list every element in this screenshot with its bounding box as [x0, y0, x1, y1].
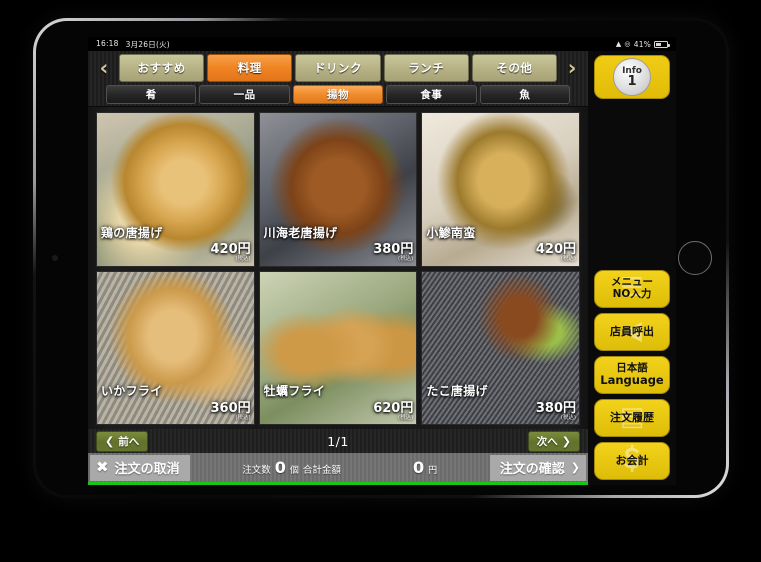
tab-sonota[interactable]: その他	[471, 54, 558, 82]
order-count-unit: 個	[289, 466, 299, 476]
language-button[interactable]: 日本語 Language	[594, 356, 670, 394]
menu-card-2[interactable]: 小鯵南蛮 420円 (税込)	[421, 112, 580, 267]
wifi-icon: ▲	[615, 39, 622, 48]
page-indicator: 1/1	[327, 433, 349, 449]
subtab-shokuji[interactable]: 食事	[386, 85, 477, 104]
tablet-screen: 16:18 3月26日(火) ▲ ◎ 41% ‹ おすすめ 料理 ドリンク ラン…	[88, 37, 676, 485]
menu-item-name: 鶏の唐揚げ	[101, 225, 163, 240]
menu-item-price: 620円	[373, 400, 414, 416]
menu-item-price: 420円	[210, 242, 251, 258]
info-badge: Info 1	[613, 58, 651, 96]
menu-item-price-box: 420円 (税込)	[211, 243, 251, 263]
confirm-order-label: 注文の確認	[499, 462, 565, 477]
menu-item-tax-note: (税込)	[235, 256, 251, 263]
menu-item-price-box: 620円 (税込)	[373, 402, 413, 422]
next-page-button[interactable]: 次へ ❯	[527, 430, 580, 452]
category-next-arrow[interactable]: ›	[560, 54, 584, 82]
menu-item-name: いかフライ	[101, 384, 163, 398]
call-staff-label: 店員呼出	[610, 324, 654, 338]
menu-item-name: たこ唐揚げ	[426, 384, 488, 398]
main-tab-row: ‹ おすすめ 料理 ドリンク ランチ その他 ›	[88, 54, 588, 82]
app-root: ‹ おすすめ 料理 ドリンク ランチ その他 › 肴 一品 揚物 食事 魚 鶏の…	[88, 51, 676, 485]
menu-item-price-box: 420円 (税込)	[536, 243, 576, 263]
menu-item-tax-note: (税込)	[398, 414, 414, 421]
sub-tab-row: 肴 一品 揚物 食事 魚	[88, 85, 588, 104]
language-line2: Language	[600, 373, 664, 388]
home-button[interactable]	[678, 241, 712, 275]
cancel-order-label: 注文の取消	[114, 462, 180, 477]
battery-icon	[654, 40, 670, 48]
order-history-button[interactable]: ▤ 注文履歴	[594, 399, 670, 437]
menu-item-name: 小鯵南蛮	[426, 225, 476, 240]
tablet-bezel: 16:18 3月26日(火) ▲ ◎ 41% ‹ おすすめ 料理 ドリンク ラン…	[36, 21, 726, 495]
confirm-order-button[interactable]: 注文の確認 ❯	[489, 454, 586, 481]
menu-item-tax-note: (税込)	[235, 414, 251, 421]
front-camera	[52, 255, 58, 261]
menu-item-name: 牡蠣フライ	[263, 384, 326, 398]
location-icon: ◎	[624, 39, 631, 48]
cancel-order-button[interactable]: ✖ 注文の取消	[90, 454, 190, 481]
menu-item-tax-note: (税込)	[398, 256, 414, 263]
previous-page-label: 前へ	[118, 435, 140, 448]
chevron-right-icon: ❯	[561, 434, 571, 448]
tablet-device: 16:18 3月26日(火) ▲ ◎ 41% ‹ おすすめ 料理 ドリンク ラン…	[33, 18, 729, 498]
ios-status-bar: 16:18 3月26日(火) ▲ ◎ 41%	[88, 37, 676, 51]
close-icon: ✖	[96, 458, 109, 476]
order-total-unit: 円	[428, 466, 438, 476]
order-summary-bar: ✖ 注文の取消 注文数 0 個 合計金額 0 円 注文の確認 ❯	[88, 453, 588, 485]
previous-page-button[interactable]: ❮ 前へ	[96, 430, 149, 452]
menu-item-price: 380円	[373, 242, 414, 258]
subtab-sakana[interactable]: 魚	[479, 85, 571, 104]
menu-card-1[interactable]: 川海老唐揚げ 380円 (税込)	[258, 112, 418, 267]
menu-number-input-button[interactable]: ☰ メニュー NO入力	[594, 270, 670, 308]
info-button[interactable]: Info 1	[594, 55, 670, 99]
tab-osusume[interactable]: おすすめ	[119, 54, 205, 82]
call-staff-button[interactable]: ◀ 店員呼出	[594, 313, 670, 351]
order-history-label: 注文履歴	[610, 410, 654, 424]
chevron-right-icon: ❯	[570, 461, 580, 474]
menu-pane: ‹ おすすめ 料理 ドリンク ランチ その他 › 肴 一品 揚物 食事 魚 鶏の…	[88, 51, 588, 485]
menu-item-price: 380円	[535, 400, 576, 416]
tab-ryouri[interactable]: 料理	[207, 54, 293, 82]
menu-card-3[interactable]: いかフライ 360円 (税込)	[96, 270, 255, 425]
info-count: 1	[627, 73, 637, 89]
status-date: 3月26日(火)	[125, 39, 170, 49]
menu-item-price-box: 360円 (税込)	[211, 402, 251, 422]
menu-card-0[interactable]: 鶏の唐揚げ 420円 (税込)	[96, 112, 255, 267]
checkout-button[interactable]: ＄ お会計	[594, 442, 670, 480]
order-count-value: 0	[274, 458, 286, 477]
menu-item-price: 420円	[535, 242, 576, 258]
pagination-bar: ❮ 前へ 1/1 次へ ❯	[88, 429, 588, 453]
chevron-left-icon: ❮	[105, 434, 115, 448]
menu-item-price: 360円	[210, 400, 251, 416]
menu-card-5[interactable]: たこ唐揚げ 380円 (税込)	[421, 270, 580, 425]
category-tabs-area: ‹ おすすめ 料理 ドリンク ランチ その他 › 肴 一品 揚物 食事 魚	[88, 51, 588, 107]
order-total-value: 0	[412, 458, 425, 477]
subtab-agemono[interactable]: 揚物	[292, 85, 384, 104]
menu-item-price-box: 380円 (税込)	[373, 243, 413, 263]
tab-drink[interactable]: ドリンク	[295, 54, 381, 82]
tab-lunch[interactable]: ランチ	[383, 54, 469, 82]
battery-percent-label: 41%	[633, 39, 651, 49]
menu-item-tax-note: (税込)	[560, 414, 576, 421]
subtab-ippin[interactable]: 一品	[199, 85, 290, 104]
menu-card-4[interactable]: 牡蠣フライ 620円 (税込)	[258, 270, 418, 425]
subtab-sakana-ate[interactable]: 肴	[106, 85, 197, 104]
order-total-label: 合計金額	[302, 465, 341, 476]
menu-item-tax-note: (税込)	[560, 256, 576, 263]
next-page-label: 次へ	[536, 435, 558, 448]
order-count-label: 注文数	[242, 465, 271, 476]
checkout-label: お会計	[615, 453, 649, 467]
order-totals: 注文数 0 個 合計金額 0 円	[190, 458, 490, 477]
menu-item-name: 川海老唐揚げ	[263, 225, 338, 240]
side-action-rail: Info 1 ☰ メニュー NO入力 ◀ 店員呼出 日本語 Language ▤…	[588, 51, 676, 485]
category-prev-arrow[interactable]: ‹	[92, 54, 116, 82]
menu-item-grid: 鶏の唐揚げ 420円 (税込) 川海老唐揚げ 380円 (税込) 小鯵南蛮 42…	[88, 107, 588, 429]
menu-item-price-box: 380円 (税込)	[536, 402, 576, 422]
menu-number-line2: NO入力	[612, 288, 652, 300]
status-time: 16:18	[96, 38, 119, 48]
